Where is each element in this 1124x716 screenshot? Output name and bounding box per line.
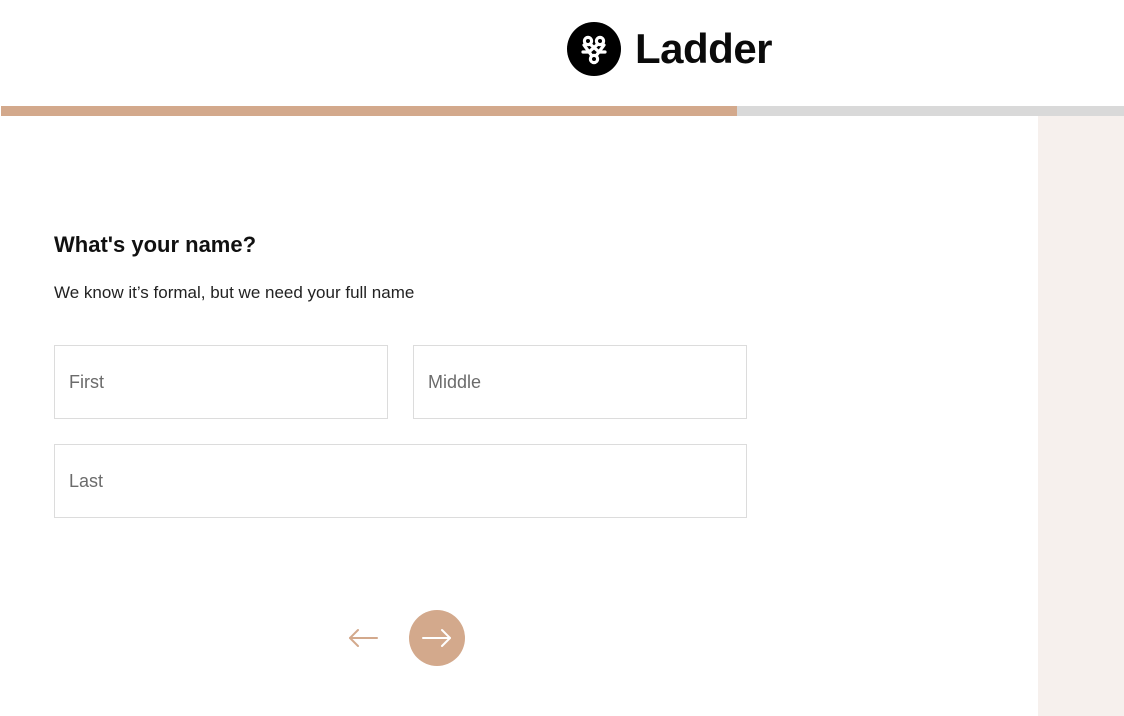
- page: Ladder What's your name? We know it’s fo…: [0, 0, 1124, 716]
- ladder-knot-icon: [567, 22, 621, 76]
- arrow-right-icon: [422, 629, 451, 647]
- middle-name-input[interactable]: [413, 345, 747, 419]
- back-button[interactable]: [342, 618, 384, 658]
- next-button[interactable]: [409, 610, 465, 666]
- side-panel: [1038, 116, 1124, 716]
- progress-bar: [1, 106, 1124, 116]
- question-subtitle: We know it’s formal, but we need your fu…: [54, 283, 415, 302]
- arrow-left-icon: [349, 629, 378, 647]
- last-name-input[interactable]: [54, 444, 747, 518]
- progress-bar-fill: [1, 106, 737, 116]
- question-title: What's your name?: [54, 232, 257, 257]
- first-name-input[interactable]: [54, 345, 388, 419]
- brand-logo[interactable]: Ladder: [567, 22, 773, 76]
- brand-name: Ladder: [635, 25, 773, 72]
- header: Ladder: [0, 0, 1124, 106]
